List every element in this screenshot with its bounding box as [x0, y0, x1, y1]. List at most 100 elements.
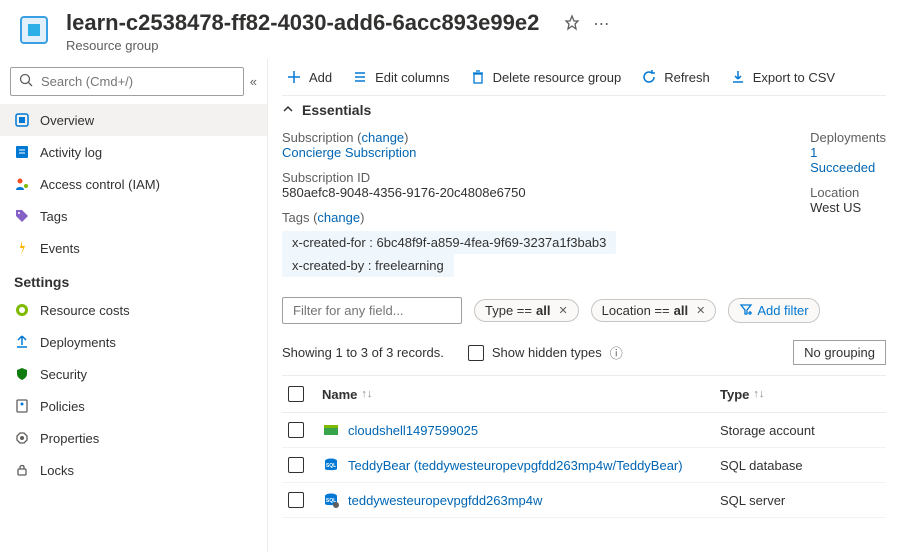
show-hidden-label: Show hidden types [492, 345, 602, 360]
refresh-icon [641, 69, 657, 85]
grouping-select[interactable]: No grouping [793, 340, 886, 365]
columns-icon [352, 69, 368, 85]
delete-button[interactable]: Delete resource group [470, 69, 622, 85]
search-icon [19, 73, 33, 90]
resource-name-link[interactable]: teddywesteuropevpgfdd263mp4w [348, 493, 542, 508]
sidebar-item-label: Access control (IAM) [40, 177, 160, 192]
sidebar-search-input[interactable] [41, 74, 235, 89]
sidebar-item-access-control[interactable]: Access control (IAM) [0, 168, 267, 200]
sidebar-search[interactable] [10, 67, 244, 96]
resource-type: Storage account [720, 423, 880, 438]
storage-account-icon [322, 421, 340, 439]
resource-group-icon [14, 10, 54, 50]
collapse-icon[interactable]: « [250, 74, 257, 89]
sql-database-icon: SQL [322, 456, 340, 474]
tag-pill[interactable]: x-created-by : freelearning [282, 254, 454, 277]
sidebar-item-label: Events [40, 241, 80, 256]
overview-icon [14, 112, 30, 128]
resource-type: SQL database [720, 458, 880, 473]
pin-icon[interactable] [563, 14, 581, 35]
trash-icon [470, 69, 486, 85]
resource-costs-icon [14, 302, 30, 318]
sort-icon: ↑↓ [361, 388, 372, 400]
deployments-label: Deployments [810, 130, 886, 145]
info-icon[interactable]: ⓘ [610, 343, 623, 362]
row-checkbox[interactable] [288, 457, 304, 473]
sidebar-item-policies[interactable]: Policies [0, 390, 267, 422]
events-icon [14, 240, 30, 256]
deployments-link[interactable]: 1 Succeeded [810, 145, 875, 175]
refresh-button[interactable]: Refresh [641, 69, 710, 85]
subscription-id-value: 580aefc8-9048-4356-9176-20c4808e6750 [282, 185, 526, 200]
type-filter-pill[interactable]: Type == all✕ [474, 299, 579, 322]
add-filter-icon [739, 302, 753, 319]
sidebar-item-label: Properties [40, 431, 99, 446]
access-control-icon [14, 176, 30, 192]
download-icon [730, 69, 746, 85]
tags-label: Tags (change) [282, 210, 364, 225]
filter-input[interactable] [282, 297, 462, 324]
sidebar-item-label: Security [40, 367, 87, 382]
subscription-change-link[interactable]: change [362, 130, 405, 145]
page-title: learn-c2538478-ff82-4030-add6-6acc893e99… [66, 10, 539, 36]
column-header-name[interactable]: Name ↑↓ [322, 386, 720, 402]
resource-type: SQL server [720, 493, 880, 508]
column-header-type[interactable]: Type ↑↓ [720, 386, 880, 402]
show-hidden-checkbox[interactable] [468, 345, 484, 361]
tags-change-link[interactable]: change [317, 210, 360, 225]
sidebar-item-label: Deployments [40, 335, 116, 350]
sidebar-item-label: Activity log [40, 145, 102, 160]
edit-columns-button[interactable]: Edit columns [352, 69, 449, 85]
sidebar-item-label: Tags [40, 209, 67, 224]
plus-icon [286, 69, 302, 85]
close-icon[interactable]: ✕ [558, 304, 567, 317]
properties-icon [14, 430, 30, 446]
sort-icon: ↑↓ [753, 388, 764, 400]
sidebar-item-properties[interactable]: Properties [0, 422, 267, 454]
select-all-checkbox[interactable] [288, 386, 304, 402]
sidebar-item-events[interactable]: Events [0, 232, 267, 264]
close-icon[interactable]: ✕ [696, 304, 705, 317]
sidebar-item-overview[interactable]: Overview [0, 104, 267, 136]
table-row[interactable]: cloudshell1497599025 Storage account [282, 413, 886, 448]
location-label: Location [810, 185, 859, 200]
tag-pill[interactable]: x-created-for : 6bc48f9f-a859-4fea-9f69-… [282, 231, 616, 254]
subscription-id-label: Subscription ID [282, 170, 370, 185]
location-filter-pill[interactable]: Location == all✕ [591, 299, 717, 322]
add-filter-button[interactable]: Add filter [728, 298, 819, 323]
row-checkbox[interactable] [288, 492, 304, 508]
table-row[interactable]: SQL teddywesteuropevpgfdd263mp4w SQL ser… [282, 483, 886, 518]
svg-text:SQL: SQL [326, 463, 336, 469]
sidebar-item-tags[interactable]: Tags [0, 200, 267, 232]
sidebar-item-label: Overview [40, 113, 94, 128]
subscription-name-link[interactable]: Concierge Subscription [282, 145, 416, 160]
more-icon[interactable]: ⋯ [593, 14, 609, 35]
add-button[interactable]: Add [286, 69, 332, 85]
sidebar-item-label: Policies [40, 399, 85, 414]
chevron-up-icon [282, 102, 294, 118]
row-checkbox[interactable] [288, 422, 304, 438]
sidebar-section-settings: Settings [0, 264, 267, 294]
page-subtitle: Resource group [66, 38, 539, 53]
deployments-icon [14, 334, 30, 350]
records-status: Showing 1 to 3 of 3 records. [282, 345, 444, 360]
sql-server-icon: SQL [322, 491, 340, 509]
export-csv-button[interactable]: Export to CSV [730, 69, 835, 85]
policies-icon [14, 398, 30, 414]
subscription-label: Subscription (change) [282, 130, 409, 145]
sidebar-item-activity-log[interactable]: Activity log [0, 136, 267, 168]
location-value: West US [810, 200, 861, 215]
essentials-toggle[interactable]: Essentials [282, 95, 886, 124]
locks-icon [14, 462, 30, 478]
security-icon [14, 366, 30, 382]
activity-log-icon [14, 144, 30, 160]
sidebar-item-label: Resource costs [40, 303, 130, 318]
sidebar-item-deployments[interactable]: Deployments [0, 326, 267, 358]
resource-name-link[interactable]: TeddyBear (teddywesteuropevpgfdd263mp4w/… [348, 458, 683, 473]
sidebar-item-resource-costs[interactable]: Resource costs [0, 294, 267, 326]
sidebar-item-locks[interactable]: Locks [0, 454, 267, 486]
sidebar-item-security[interactable]: Security [0, 358, 267, 390]
tags-icon [14, 208, 30, 224]
table-row[interactable]: SQL TeddyBear (teddywesteuropevpgfdd263m… [282, 448, 886, 483]
resource-name-link[interactable]: cloudshell1497599025 [348, 423, 478, 438]
